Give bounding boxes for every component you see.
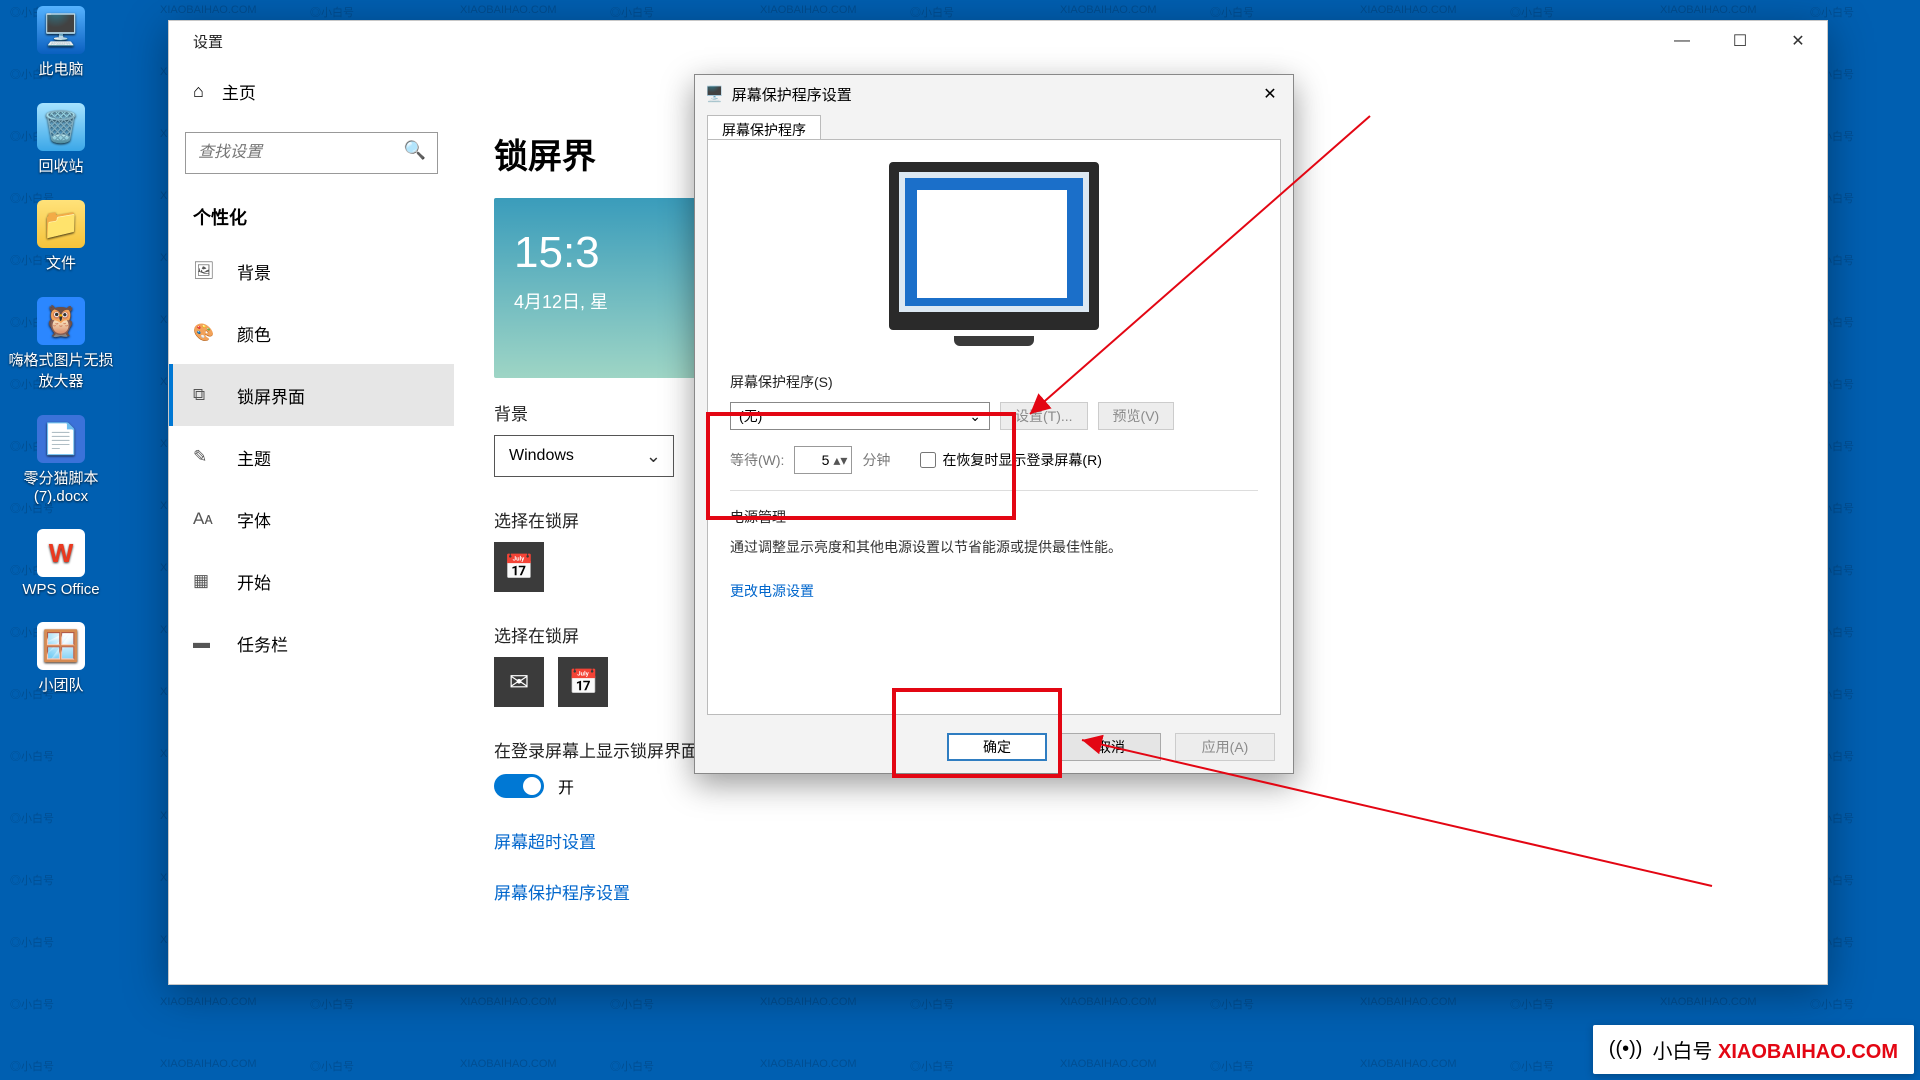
preview-time: 15:3 (514, 228, 600, 278)
category-title: 个性化 (169, 184, 454, 240)
font-icon: Aᴀ (193, 509, 215, 529)
desktop-icon-files[interactable]: 📁文件 (6, 200, 116, 273)
desktop-icon-label: 零分猫脚本(7).docx (6, 467, 116, 505)
power-link[interactable]: 更改电源设置 (730, 583, 814, 599)
dialog-icon: 🖥️ (705, 85, 724, 103)
palette-icon: 🎨 (193, 323, 215, 343)
desktop-icon-label: 回收站 (38, 155, 83, 176)
desktop-icon-team[interactable]: 🪟小团队 (6, 622, 116, 695)
app-tile-calendar[interactable]: 📅 (494, 542, 544, 592)
preview-date: 4月12日, 星 (514, 288, 608, 314)
theme-icon: ✎ (193, 447, 215, 467)
nav-start[interactable]: ▦开始 (169, 550, 454, 612)
window-title: 设置 (169, 31, 223, 52)
desktop-icon-docx[interactable]: 📄零分猫脚本(7).docx (6, 415, 116, 505)
desktop-icons: 🖥️此电脑 🗑️回收站 📁文件 🦉嗨格式图片无损放大器 📄零分猫脚本(7).do… (6, 6, 116, 719)
lock-icon: ⧉ (193, 385, 215, 405)
search-input[interactable] (185, 132, 438, 174)
settings-sidebar: ⌂ 主页 🔍 个性化 🖼背景 🎨颜色 ⧉锁屏界面 ✎主题 Aᴀ字体 ▦开始 ▬任务… (169, 61, 454, 984)
watermark-badge: ((•)) 小白号 XIAOBAIHAO.COM (1593, 1025, 1914, 1074)
link-screensaver[interactable]: 屏幕保护程序设置 (494, 879, 1787, 904)
search-icon: 🔍 (404, 140, 426, 161)
preview-button[interactable]: 预览(V) (1098, 402, 1175, 430)
maximize-button[interactable]: ☐ (1711, 21, 1769, 61)
start-icon: ▦ (193, 571, 215, 591)
power-desc: 通过调整显示亮度和其他电源设置以节省能源或提供最佳性能。 (730, 537, 1258, 557)
desktop-icon-label: 文件 (46, 252, 76, 273)
highlight-box (706, 412, 1016, 520)
apply-button[interactable]: 应用(A) (1175, 733, 1275, 761)
cancel-button[interactable]: 取消 (1061, 733, 1161, 761)
desktop-icon-label: 小团队 (38, 674, 83, 695)
screensaver-group-label: 屏幕保护程序(S) (730, 372, 1258, 392)
dialog-close-button[interactable]: ✕ (1247, 75, 1293, 113)
link-timeout[interactable]: 屏幕超时设置 (494, 828, 1787, 853)
desktop-icon-wps[interactable]: WPS Office (6, 529, 116, 598)
close-button[interactable]: ✕ (1769, 21, 1827, 61)
quick-tile-2[interactable]: 📅 (558, 657, 608, 707)
toggle-state: 开 (558, 774, 574, 798)
desktop-icon-label: 嗨格式图片无损放大器 (6, 349, 116, 391)
desktop-icon-app1[interactable]: 🦉嗨格式图片无损放大器 (6, 297, 116, 391)
broadcast-icon: ((•)) (1609, 1038, 1643, 1061)
home-icon: ⌂ (193, 81, 204, 102)
monitor-preview (889, 162, 1099, 330)
background-dropdown[interactable]: Windows (494, 435, 674, 477)
dialog-title: 🖥️ 屏幕保护程序设置 (705, 84, 852, 105)
nav-colors[interactable]: 🎨颜色 (169, 302, 454, 364)
nav-fonts[interactable]: Aᴀ字体 (169, 488, 454, 550)
desktop-icon-label: 此电脑 (38, 58, 83, 79)
desktop-icon-label: WPS Office (22, 581, 99, 598)
nav-background[interactable]: 🖼背景 (169, 240, 454, 302)
taskbar-icon: ▬ (193, 633, 215, 653)
desktop-icon-recycle[interactable]: 🗑️回收站 (6, 103, 116, 176)
home-label: 主页 (222, 79, 256, 104)
home-nav[interactable]: ⌂ 主页 (169, 61, 454, 122)
quick-tile-1[interactable]: ✉ (494, 657, 544, 707)
nav-lockscreen[interactable]: ⧉锁屏界面 (169, 364, 454, 426)
nav-taskbar[interactable]: ▬任务栏 (169, 612, 454, 674)
nav-themes[interactable]: ✎主题 (169, 426, 454, 488)
minimize-button[interactable]: — (1653, 21, 1711, 61)
login-bg-toggle[interactable]: 开 (494, 774, 1787, 798)
titlebar: 设置 — ☐ ✕ (169, 21, 1827, 61)
highlight-box (892, 688, 1062, 778)
picture-icon: 🖼 (193, 261, 215, 281)
desktop-icon-this-pc[interactable]: 🖥️此电脑 (6, 6, 116, 79)
